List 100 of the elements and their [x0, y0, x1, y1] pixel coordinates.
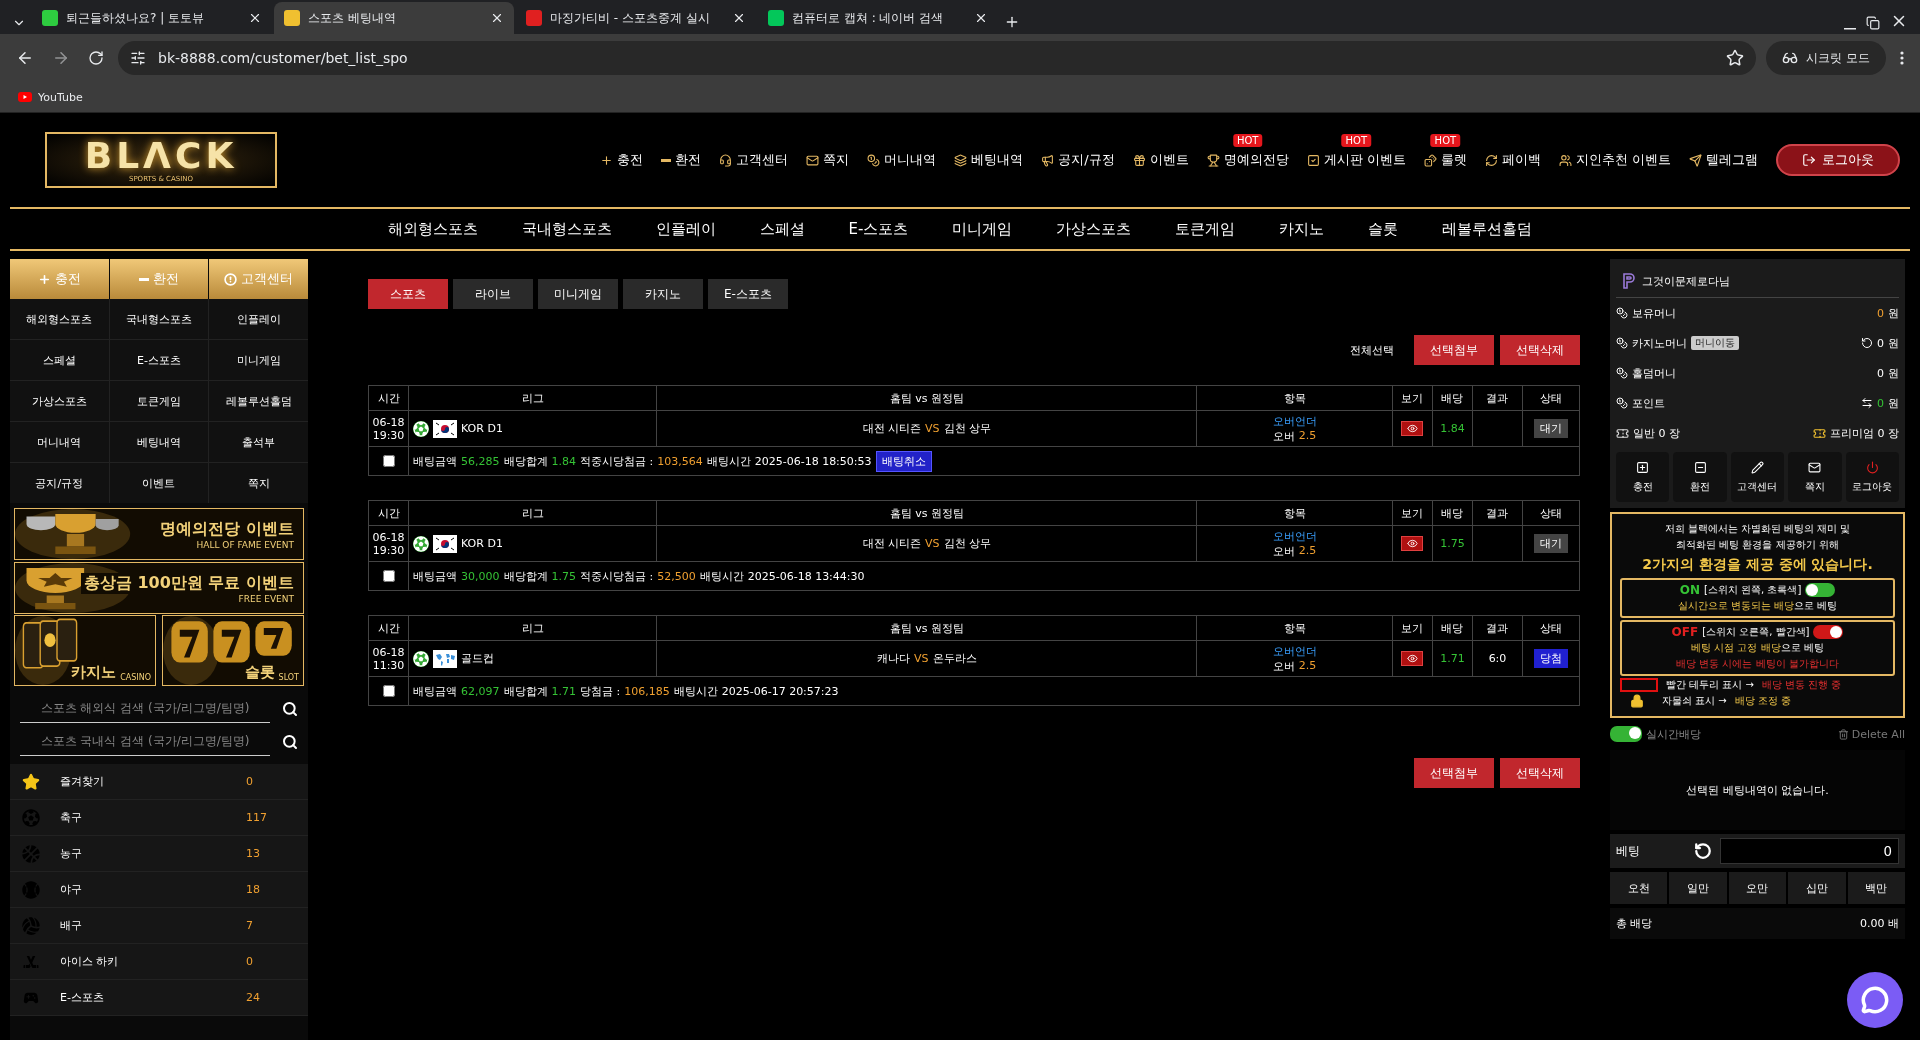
event-banner[interactable]: 총상금 100만원 무료 이벤트 FREE EVENT: [14, 562, 304, 614]
menu-grid-button[interactable]: 토큰게임: [109, 381, 209, 421]
site-settings-icon[interactable]: [130, 50, 146, 66]
search-icon[interactable]: [282, 733, 298, 750]
exchange-icon[interactable]: [1861, 397, 1873, 409]
search-icon[interactable]: [282, 700, 298, 717]
bet-amount-field[interactable]: 0: [1720, 838, 1899, 864]
menu-grid-button[interactable]: 미니게임: [209, 340, 308, 380]
action-button[interactable]: 선택삭제: [1500, 758, 1580, 788]
event-banner[interactable]: 명예의전당 이벤트 HALL OF FAME EVENT: [14, 508, 304, 560]
live-odds-switch[interactable]: [1610, 726, 1642, 742]
nav-link[interactable]: 레볼루션홀덤: [1420, 219, 1555, 239]
select-checkbox[interactable]: [382, 455, 395, 467]
nav-link[interactable]: 스페셜: [737, 219, 827, 239]
sport-list-item[interactable]: E-스포츠 24: [10, 980, 308, 1016]
browser-tab[interactable]: 마징가티비 - 스포츠중계 실시: [516, 2, 756, 34]
logout-button[interactable]: 로그아웃: [1776, 144, 1900, 176]
refresh-icon[interactable]: [1861, 337, 1873, 349]
sport-list-item[interactable]: 야구 18: [10, 872, 308, 908]
category-tab[interactable]: 라이브: [453, 279, 533, 309]
menu-grid-button[interactable]: 공지/규정: [10, 463, 109, 503]
menu-grid-button[interactable]: 쪽지: [209, 463, 308, 503]
nav-link[interactable]: 미니게임: [930, 219, 1035, 239]
search-field[interactable]: 스포츠 국내식 검색 (국가/리그명/팀명): [20, 727, 270, 756]
category-tab[interactable]: E-스포츠: [708, 279, 788, 309]
account-action-button[interactable]: 로그아웃: [1845, 452, 1899, 502]
browser-tab[interactable]: 스포츠 베팅내역: [274, 2, 514, 34]
menu-grid-button[interactable]: 이벤트: [109, 463, 209, 503]
browser-tab[interactable]: 컴퓨터로 캡쳐 : 네이버 검색: [758, 2, 998, 34]
category-tab[interactable]: 미니게임: [538, 279, 618, 309]
action-button[interactable]: 선택첨부: [1414, 758, 1494, 788]
bookmark-star-icon[interactable]: [1726, 49, 1745, 67]
action-button[interactable]: 선택첨부: [1414, 335, 1494, 365]
menu-grid-button[interactable]: 출석부: [209, 422, 308, 462]
sport-list-item[interactable]: 배구 7: [10, 908, 308, 944]
view-button[interactable]: [1401, 651, 1424, 666]
select-checkbox[interactable]: [382, 570, 395, 582]
select-all-label[interactable]: 전체선택: [1350, 342, 1394, 358]
top-menu-link[interactable]: 베팅내역: [954, 151, 1024, 169]
action-button[interactable]: 선택삭제: [1500, 335, 1580, 365]
incognito-button[interactable]: 시크릿 모드: [1766, 41, 1886, 75]
menu-grid-button[interactable]: 해외형스포츠: [10, 299, 109, 339]
top-menu-link[interactable]: 이벤트: [1132, 151, 1189, 169]
close-icon[interactable]: [974, 11, 988, 25]
view-button[interactable]: [1401, 536, 1424, 551]
amount-chip-button[interactable]: 일만: [1669, 872, 1727, 904]
amount-chip-button[interactable]: 오만: [1728, 872, 1787, 904]
nav-link[interactable]: 해외형스포츠: [365, 219, 500, 239]
top-menu-link[interactable]: 페이백: [1484, 151, 1541, 169]
menu-grid-button[interactable]: 베팅내역: [109, 422, 209, 462]
close-icon[interactable]: [732, 11, 746, 25]
address-bar[interactable]: bk-8888.com/customer/bet_list_spo: [118, 41, 1757, 75]
search-field[interactable]: 스포츠 해외식 검색 (국가/리그명/팀명): [20, 694, 270, 723]
menu-grid-button[interactable]: 국내형스포츠: [109, 299, 209, 339]
reset-icon[interactable]: [1694, 842, 1712, 860]
nav-link[interactable]: 토큰게임: [1153, 219, 1258, 239]
top-menu-link[interactable]: 환전: [661, 151, 702, 169]
top-menu-link[interactable]: 머니내역: [867, 151, 937, 169]
view-button[interactable]: [1401, 421, 1424, 436]
nav-link[interactable]: 국내형스포츠: [499, 219, 634, 239]
top-menu-link[interactable]: 텔레그램: [1689, 151, 1758, 169]
amount-chip-button[interactable]: 백만: [1847, 872, 1905, 904]
account-action-button[interactable]: 쪽지: [1788, 452, 1842, 502]
close-icon[interactable]: [248, 11, 262, 25]
select-checkbox[interactable]: [382, 685, 395, 697]
menu-grid-button[interactable]: 머니내역: [10, 422, 109, 462]
amount-chip-button[interactable]: 십만: [1788, 872, 1846, 904]
chat-button[interactable]: [1847, 972, 1903, 1028]
account-action-button[interactable]: 고객센터: [1730, 452, 1785, 502]
cancel-bet-button[interactable]: 배팅취소: [875, 450, 932, 472]
menu-grid-button[interactable]: 스페셜: [10, 340, 109, 380]
menu-grid-button[interactable]: E-스포츠: [109, 340, 209, 380]
menu-grid-button[interactable]: 가상스포츠: [10, 381, 109, 421]
browser-tab[interactable]: 퇴근들하셨나요? | 토토뷰: [32, 2, 272, 34]
top-menu-link[interactable]: 고객센터: [719, 151, 789, 169]
sport-list-item[interactable]: 축구 117: [10, 800, 308, 836]
top-menu-link[interactable]: 지인추천 이벤트: [1558, 151, 1671, 169]
top-menu-link[interactable]: 쪽지: [806, 151, 850, 169]
menu-grid-button[interactable]: 레볼루션홀덤: [209, 381, 308, 421]
nav-link[interactable]: 슬롯: [1346, 219, 1421, 239]
category-tab[interactable]: 카지노: [623, 279, 703, 309]
top-menu-link[interactable]: 충전: [600, 151, 644, 169]
sport-list-item[interactable]: 즐겨찾기 0: [10, 764, 308, 800]
nav-link[interactable]: 인플레이: [633, 219, 738, 239]
delete-all-button[interactable]: Delete All: [1837, 727, 1905, 741]
sport-list-item[interactable]: 아이스 하키 0: [10, 944, 308, 980]
nav-link[interactable]: 가상스포츠: [1034, 219, 1154, 239]
sport-list-item[interactable]: 농구 13: [10, 836, 308, 872]
money-transfer-button[interactable]: 머니이동: [1691, 336, 1739, 350]
nav-link[interactable]: E-스포츠: [826, 219, 931, 239]
amount-chip-button[interactable]: 오천: [1610, 872, 1668, 904]
close-icon[interactable]: [490, 11, 504, 25]
account-action-button[interactable]: 충전: [1616, 452, 1670, 502]
menu-grid-button[interactable]: 인플레이: [209, 299, 308, 339]
account-action-button[interactable]: 환전: [1673, 452, 1727, 502]
nav-link[interactable]: 카지노: [1257, 219, 1347, 239]
game-tile[interactable]: 슬롯 SLOT: [162, 615, 304, 686]
category-tab[interactable]: 스포츠: [368, 279, 448, 309]
game-tile[interactable]: 카지노 CASINO: [14, 615, 156, 686]
bookmark-link[interactable]: YouTube: [12, 89, 89, 105]
